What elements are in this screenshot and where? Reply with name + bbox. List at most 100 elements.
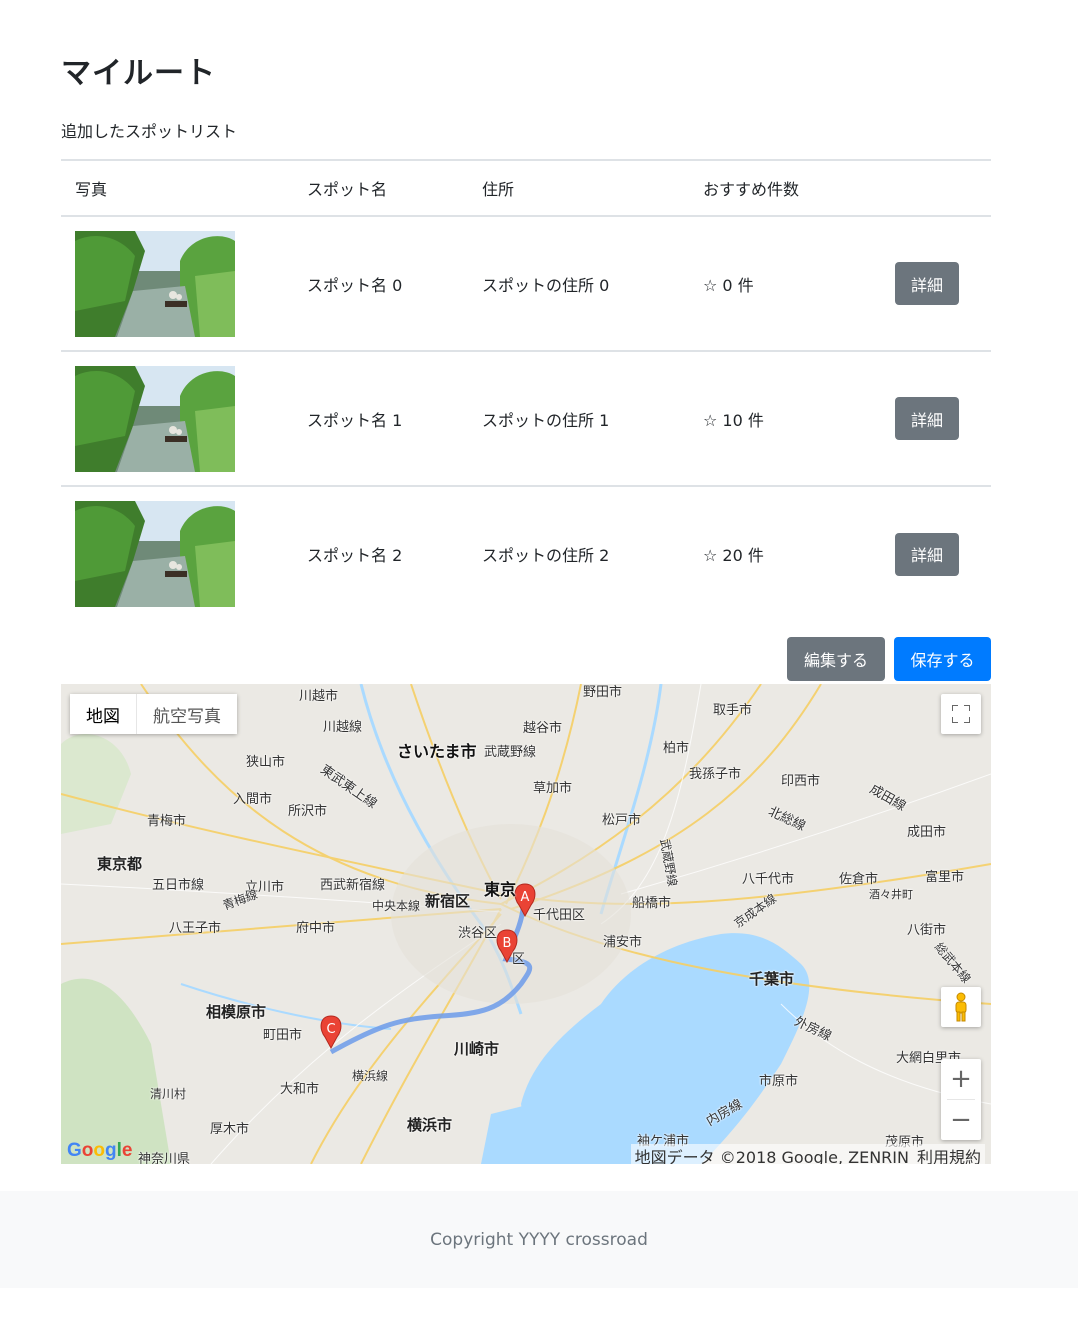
header-photo: 写真 xyxy=(61,159,293,217)
map-label: 船橋市 xyxy=(632,896,672,911)
table-row: スポット名 1 スポットの住所 1 ☆ 10 件 詳細 xyxy=(61,350,991,486)
photo-cell xyxy=(61,350,293,486)
map-label: 野田市 xyxy=(583,685,623,700)
page-subtitle: 追加したスポットリスト xyxy=(61,122,238,141)
edit-button[interactable]: 編集する xyxy=(787,637,885,681)
spot-name-cell: スポット名 0 xyxy=(293,215,468,351)
map-type-roadmap-button[interactable]: 地図 xyxy=(70,694,137,734)
spot-name-cell: スポット名 1 xyxy=(293,350,468,486)
map-type-satellite-button[interactable]: 航空写真 xyxy=(137,694,237,734)
map-label: 川崎市 xyxy=(454,1040,500,1058)
map-label: 府中市 xyxy=(296,921,336,936)
spot-name-cell: スポット名 2 xyxy=(293,485,468,621)
map-label: 八千代市 xyxy=(742,872,795,887)
map-label: 市原市 xyxy=(759,1074,799,1089)
map-label: 千葉市 xyxy=(749,970,795,988)
header-spot-name: スポット名 xyxy=(293,159,468,217)
map-label: 酒々井町 xyxy=(869,888,913,901)
spot-photo xyxy=(75,501,235,607)
map-label: 越谷市 xyxy=(523,721,563,736)
spot-address-cell: スポットの住所 0 xyxy=(468,215,689,351)
map-label: 富里市 xyxy=(925,870,965,885)
fullscreen-icon xyxy=(952,705,970,723)
photo-cell xyxy=(61,485,293,621)
map-label: 川越線 xyxy=(323,720,363,735)
fullscreen-button[interactable] xyxy=(941,694,981,734)
svg-text:A: A xyxy=(521,890,530,905)
map-type-control: 地図 航空写真 xyxy=(70,694,237,734)
header-recommend-count: おすすめ件数 xyxy=(689,159,881,217)
route-map[interactable]: A B C 川越市 野田市 取手市 川越線 越谷市 さいたま市 武蔵野線 柏市 … xyxy=(61,684,991,1164)
detail-button[interactable]: 詳細 xyxy=(895,532,959,576)
map-label: 西武新宿線 xyxy=(320,878,386,893)
map-label: 厚木市 xyxy=(210,1122,250,1137)
svg-text:C: C xyxy=(326,1022,335,1037)
table-header-row: 写真 スポット名 住所 おすすめ件数 xyxy=(61,159,991,217)
map-label: 武蔵野線 xyxy=(484,745,537,760)
map-attribution: 地図データ ©2018 Google, ZENRIN 利用規約 xyxy=(630,1144,985,1164)
map-label: 成田市 xyxy=(907,825,947,840)
recommend-count-cell: ☆ 20 件 xyxy=(689,485,881,621)
save-button[interactable]: 保存する xyxy=(894,637,991,681)
map-label: 相模原市 xyxy=(206,1003,267,1021)
svg-text:B: B xyxy=(503,936,512,951)
map-label: 八街市 xyxy=(907,923,947,938)
map-label: 横浜線 xyxy=(352,1069,389,1083)
spot-table: 写真 スポット名 住所 おすすめ件数 スポット名 0 スポットの住所 0 ☆ 0… xyxy=(61,159,991,621)
map-label: 五日市線 xyxy=(152,878,205,893)
map-label: 東京 xyxy=(484,880,517,899)
terms-link[interactable]: 利用規約 xyxy=(917,1148,981,1164)
map-label: 八王子市 xyxy=(169,921,222,936)
map-label: 所沢市 xyxy=(288,804,328,819)
map-label: 柏市 xyxy=(663,741,690,756)
map-label: 狭山市 xyxy=(246,755,286,770)
table-row: スポット名 0 スポットの住所 0 ☆ 0 件 詳細 xyxy=(61,215,991,351)
map-label: 新宿区 xyxy=(425,892,471,910)
map-label: 取手市 xyxy=(713,703,753,718)
map-label: 浦安市 xyxy=(603,935,643,950)
street-view-button[interactable] xyxy=(941,987,981,1027)
map-label: 青梅市 xyxy=(147,814,187,829)
map-label: 清川村 xyxy=(150,1087,187,1101)
map-label: 印西市 xyxy=(781,774,821,789)
map-label: さいたま市 xyxy=(397,742,477,761)
map-label: 渋谷区 xyxy=(458,926,498,941)
map-label: 大和市 xyxy=(280,1082,320,1097)
table-row: スポット名 2 スポットの住所 2 ☆ 20 件 詳細 xyxy=(61,485,991,621)
action-cell: 詳細 xyxy=(881,350,991,486)
zoom-in-button[interactable]: + xyxy=(941,1059,981,1099)
map-label: 草加市 xyxy=(533,781,573,796)
spot-photo xyxy=(75,365,235,472)
map-label: 東京都 xyxy=(97,855,143,873)
map-data-credit: 地図データ ©2018 Google, ZENRIN xyxy=(634,1148,909,1164)
page-title: マイルート xyxy=(61,56,216,91)
pegman-icon xyxy=(955,992,967,1022)
map-label: 神奈川県 xyxy=(138,1152,191,1164)
map-label: 川越市 xyxy=(299,689,339,704)
map-label: 入間市 xyxy=(233,792,273,807)
recommend-count-cell: ☆ 10 件 xyxy=(689,350,881,486)
map-label: 佐倉市 xyxy=(839,872,879,887)
header-actions xyxy=(881,159,991,217)
copyright-text: Copyright YYYY crossroad xyxy=(430,1229,648,1250)
map-label: 区 xyxy=(512,952,526,967)
map-label: 我孫子市 xyxy=(689,767,742,782)
map-label: 千代田区 xyxy=(533,908,586,923)
photo-cell xyxy=(61,215,293,351)
spot-address-cell: スポットの住所 1 xyxy=(468,350,689,486)
spot-address-cell: スポットの住所 2 xyxy=(468,485,689,621)
map-label: 町田市 xyxy=(263,1028,303,1043)
map-label: 横浜市 xyxy=(407,1116,453,1134)
page-footer: Copyright YYYY crossroad xyxy=(0,1191,1078,1288)
spot-photo xyxy=(75,230,235,337)
detail-button[interactable]: 詳細 xyxy=(895,397,959,440)
zoom-control: + − xyxy=(941,1059,981,1140)
action-cell: 詳細 xyxy=(881,215,991,351)
map-label: 松戸市 xyxy=(602,813,642,828)
action-cell: 詳細 xyxy=(881,485,991,621)
header-address: 住所 xyxy=(468,159,689,217)
zoom-out-button[interactable]: − xyxy=(941,1100,981,1140)
google-logo: Google xyxy=(67,1140,133,1161)
map-label: 中央本線 xyxy=(372,899,421,913)
detail-button[interactable]: 詳細 xyxy=(895,262,959,305)
